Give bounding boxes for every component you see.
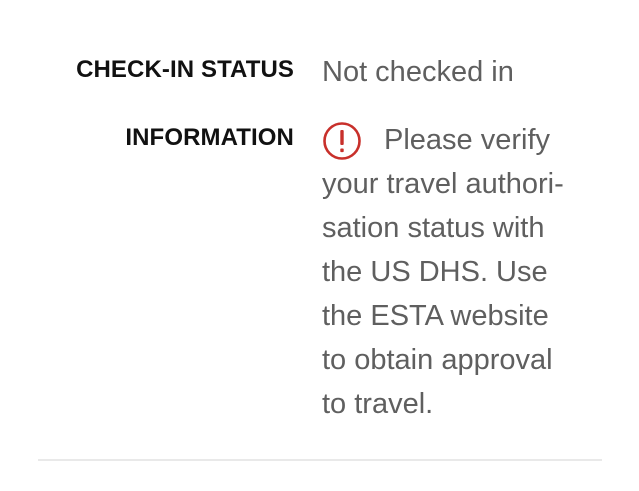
divider: [38, 459, 602, 461]
booking-details: CHECK-IN STATUS Not checked in INFORMATI…: [0, 0, 639, 491]
information-line: your travel authori-: [322, 168, 564, 200]
checkin-status-value: Not checked in: [322, 56, 514, 88]
information-line: Please verify: [384, 124, 551, 156]
information-line: to obtain approval: [322, 344, 553, 376]
information-message: Please verify your travel authori- satio…: [322, 118, 622, 426]
checkin-status-label: CHECK-IN STATUS: [76, 56, 294, 83]
information-line: sation status with: [322, 212, 545, 244]
information-line: the US DHS. Use: [322, 256, 548, 288]
information-line: to travel.: [322, 388, 434, 420]
alert-circle-icon: [323, 121, 361, 160]
information-label: INFORMATION: [125, 124, 294, 151]
information-line: the ESTA website: [322, 300, 549, 332]
information-first-line: Please verify: [322, 118, 622, 162]
